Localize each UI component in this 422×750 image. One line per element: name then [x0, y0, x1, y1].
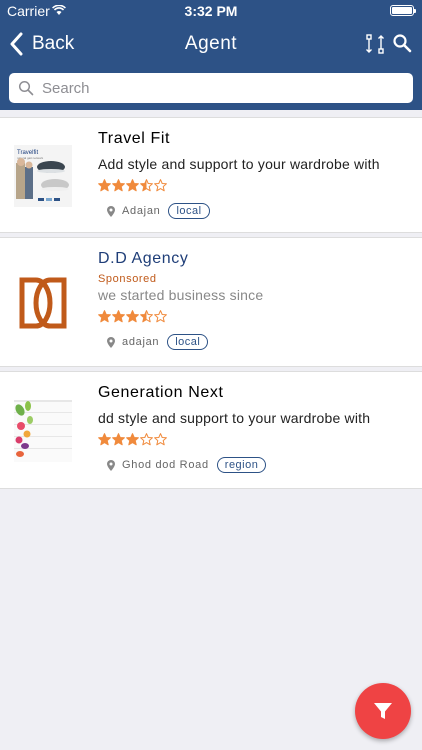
- shoes-image: Travelfit natural gait network: [14, 145, 72, 207]
- location-pin-icon: [107, 205, 115, 217]
- rating-stars: [98, 179, 408, 192]
- agent-list: Travelfit natural gait network Travel Fi…: [0, 117, 422, 493]
- star-full-icon: [126, 433, 139, 446]
- star-full-icon: [98, 433, 111, 446]
- dd-logo-image: [14, 272, 72, 334]
- agent-meta: adajan local: [107, 334, 408, 350]
- agent-location: adajan: [122, 336, 160, 348]
- agent-card-travel-fit[interactable]: Travelfit natural gait network Travel Fi…: [0, 117, 422, 233]
- agent-description: we started business since: [98, 287, 264, 303]
- search-input[interactable]: [42, 79, 392, 97]
- status-time: 3:32 PM: [184, 3, 238, 19]
- agent-title: Travel Fit: [98, 130, 171, 147]
- card-body: Generation Next dd style and support to …: [98, 384, 408, 473]
- search-icon[interactable]: [392, 33, 412, 53]
- agent-title: Generation Next: [98, 384, 224, 401]
- star-half-icon: [140, 179, 153, 192]
- back-button[interactable]: Back: [8, 30, 74, 58]
- back-label: Back: [32, 33, 75, 54]
- rating-stars: [98, 433, 408, 446]
- star-full-icon: [112, 310, 125, 323]
- filter-icon: [374, 703, 392, 719]
- star-half-icon: [140, 310, 153, 323]
- rating-stars: [98, 310, 408, 323]
- star-empty-icon: [140, 433, 153, 446]
- agent-meta: Ghod dod Road region: [107, 457, 408, 473]
- status-bar: Carrier 3:32 PM: [0, 0, 422, 22]
- agent-location: Ghod dod Road: [122, 459, 209, 471]
- agent-title: D.D Agency: [98, 250, 189, 267]
- star-full-icon: [112, 179, 125, 192]
- dd-agency-thumbnail: [14, 272, 72, 334]
- filter-button[interactable]: [355, 683, 411, 739]
- agent-description: dd style and support to your wardrobe wi…: [98, 410, 371, 426]
- back-chevron-icon: [10, 32, 23, 56]
- agent-card-dd-agency[interactable]: D.D Agency Sponsored we started business…: [0, 237, 422, 367]
- star-empty-icon: [154, 433, 167, 446]
- star-empty-icon: [154, 179, 167, 192]
- agent-description: Add style and support to your wardrobe w…: [98, 156, 380, 172]
- agent-tag[interactable]: local: [167, 334, 209, 350]
- star-full-icon: [112, 433, 125, 446]
- agent-card-generation-next[interactable]: Generation Next dd style and support to …: [0, 371, 422, 489]
- search-bar[interactable]: [9, 73, 413, 103]
- card-body: Travel Fit Add style and support to your…: [98, 130, 408, 219]
- star-full-icon: [98, 310, 111, 323]
- agent-location: Adajan: [122, 205, 161, 217]
- generation-next-thumbnail: [14, 400, 72, 462]
- star-full-icon: [126, 310, 139, 323]
- swap-icon[interactable]: [364, 33, 386, 55]
- header: Carrier 3:32 PM Back Agent: [0, 0, 422, 110]
- battery-icon: [390, 5, 416, 16]
- travel-fit-thumbnail: Travelfit natural gait network: [14, 145, 72, 207]
- star-full-icon: [98, 179, 111, 192]
- search-field-icon: [18, 80, 34, 96]
- sponsored-label: Sponsored: [98, 273, 157, 285]
- agent-meta: Adajan local: [107, 203, 408, 219]
- generation-next-image: [14, 400, 72, 462]
- location-pin-icon: [107, 336, 115, 348]
- star-full-icon: [126, 179, 139, 192]
- card-body: D.D Agency Sponsored we started business…: [98, 250, 408, 350]
- star-empty-icon: [154, 310, 167, 323]
- agent-tag[interactable]: local: [168, 203, 210, 219]
- agent-tag[interactable]: region: [216, 457, 267, 473]
- location-pin-icon: [107, 459, 115, 471]
